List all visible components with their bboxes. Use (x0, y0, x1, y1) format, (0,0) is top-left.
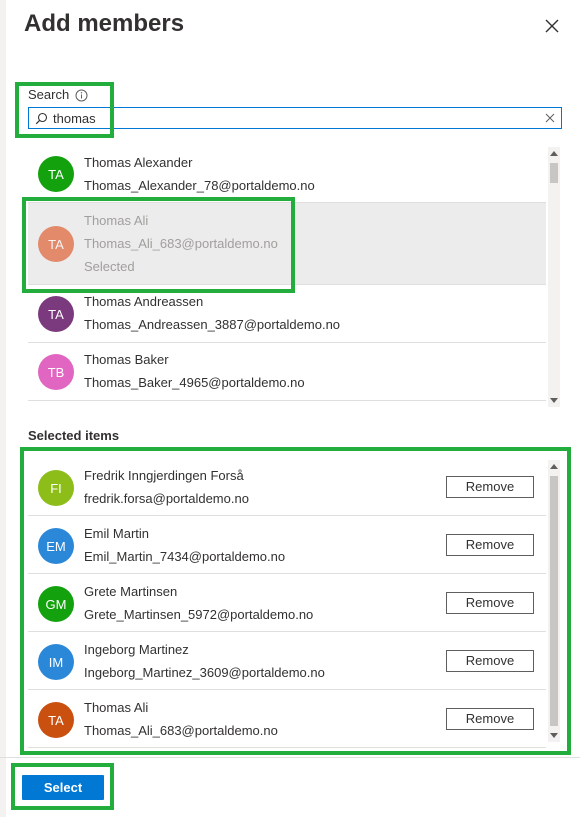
selected-item-email: Emil_Martin_7434@portaldemo.no (84, 549, 286, 564)
selected-scrollbar[interactable] (548, 460, 560, 742)
scroll-down-icon[interactable] (550, 733, 558, 738)
selected-item: TA Thomas Ali Thomas_Ali_683@portaldemo.… (28, 690, 546, 748)
avatar: TB (38, 354, 74, 390)
selected-item-name: Grete Martinsen (84, 584, 178, 599)
scroll-down-icon[interactable] (550, 398, 558, 403)
result-name: Thomas Baker (84, 352, 169, 367)
avatar: TA (38, 156, 74, 192)
result-email: Thomas_Ali_683@portaldemo.no (84, 236, 278, 251)
selected-items-heading: Selected items (28, 428, 120, 443)
selected-item: IM Ingeborg Martinez Ingeborg_Martinez_3… (28, 632, 546, 690)
avatar: EM (38, 528, 74, 564)
result-name: Thomas Alexander (84, 155, 193, 170)
avatar: GM (38, 586, 74, 622)
remove-button[interactable]: Remove (446, 708, 534, 730)
result-email: Thomas_Alexander_78@portaldemo.no (84, 178, 315, 193)
remove-button[interactable]: Remove (446, 476, 534, 498)
avatar: FI (38, 470, 74, 506)
scroll-up-icon[interactable] (550, 464, 558, 469)
scroll-up-icon[interactable] (550, 151, 558, 156)
close-icon (545, 19, 559, 33)
page-title: Add members (24, 10, 185, 37)
remove-button[interactable]: Remove (446, 592, 534, 614)
avatar: TA (38, 296, 74, 332)
search-input[interactable] (53, 109, 543, 127)
selected-item-email: Thomas_Ali_683@portaldemo.no (84, 723, 278, 738)
selected-item-email: fredrik.forsa@portaldemo.no (84, 491, 249, 506)
selected-item-name: Emil Martin (84, 526, 150, 541)
add-members-panel: Add members Search TA Thomas Alexander T… (0, 0, 580, 817)
selected-item: GM Grete Martinsen Grete_Martinsen_5972@… (28, 574, 546, 632)
search-result-item[interactable]: TB Thomas Baker Thomas_Baker_4965@portal… (28, 343, 546, 401)
result-email: Thomas_Baker_4965@portaldemo.no (84, 375, 305, 390)
close-button[interactable] (540, 14, 564, 38)
avatar: TA (38, 226, 74, 262)
panel-left-edge (0, 0, 6, 817)
clear-search-icon[interactable] (545, 113, 555, 123)
select-button[interactable]: Select (22, 775, 104, 800)
remove-button[interactable]: Remove (446, 534, 534, 556)
selected-items-list: FI Fredrik Inngjerdingen Forså fredrik.f… (28, 458, 562, 748)
selected-item: FI Fredrik Inngjerdingen Forså fredrik.f… (28, 458, 546, 516)
results-scrollbar[interactable] (548, 147, 560, 407)
search-result-item[interactable]: TA Thomas Alexander Thomas_Alexander_78@… (28, 145, 546, 203)
remove-button[interactable]: Remove (446, 650, 534, 672)
info-icon[interactable] (75, 89, 88, 102)
selected-item-name: Fredrik Inngjerdingen Forså (84, 468, 244, 483)
selected-item: EM Emil Martin Emil_Martin_7434@portalde… (28, 516, 546, 574)
selected-status: Selected (84, 259, 135, 274)
search-result-item-selected[interactable]: TA Thomas Ali Thomas_Ali_683@portaldemo.… (28, 203, 546, 285)
result-name: Thomas Andreassen (84, 294, 204, 309)
search-results-list: TA Thomas Alexander Thomas_Alexander_78@… (28, 145, 562, 409)
result-email: Thomas_Andreassen_3887@portaldemo.no (84, 317, 341, 332)
result-name: Thomas Ali (84, 213, 149, 228)
search-result-item[interactable]: TA Thomas Andreassen Thomas_Andreassen_3… (28, 285, 546, 343)
scroll-thumb[interactable] (550, 476, 558, 726)
selected-item-email: Ingeborg_Martinez_3609@portaldemo.no (84, 665, 325, 680)
footer-divider (0, 757, 580, 758)
search-field[interactable] (28, 107, 562, 129)
search-label: Search (28, 87, 70, 102)
selected-item-name: Thomas Ali (84, 700, 149, 715)
avatar: TA (38, 702, 74, 738)
selected-item-email: Grete_Martinsen_5972@portaldemo.no (84, 607, 314, 622)
selected-item-name: Ingeborg Martinez (84, 642, 189, 657)
avatar: IM (38, 644, 74, 680)
search-icon (35, 112, 48, 125)
scroll-thumb[interactable] (550, 163, 558, 183)
